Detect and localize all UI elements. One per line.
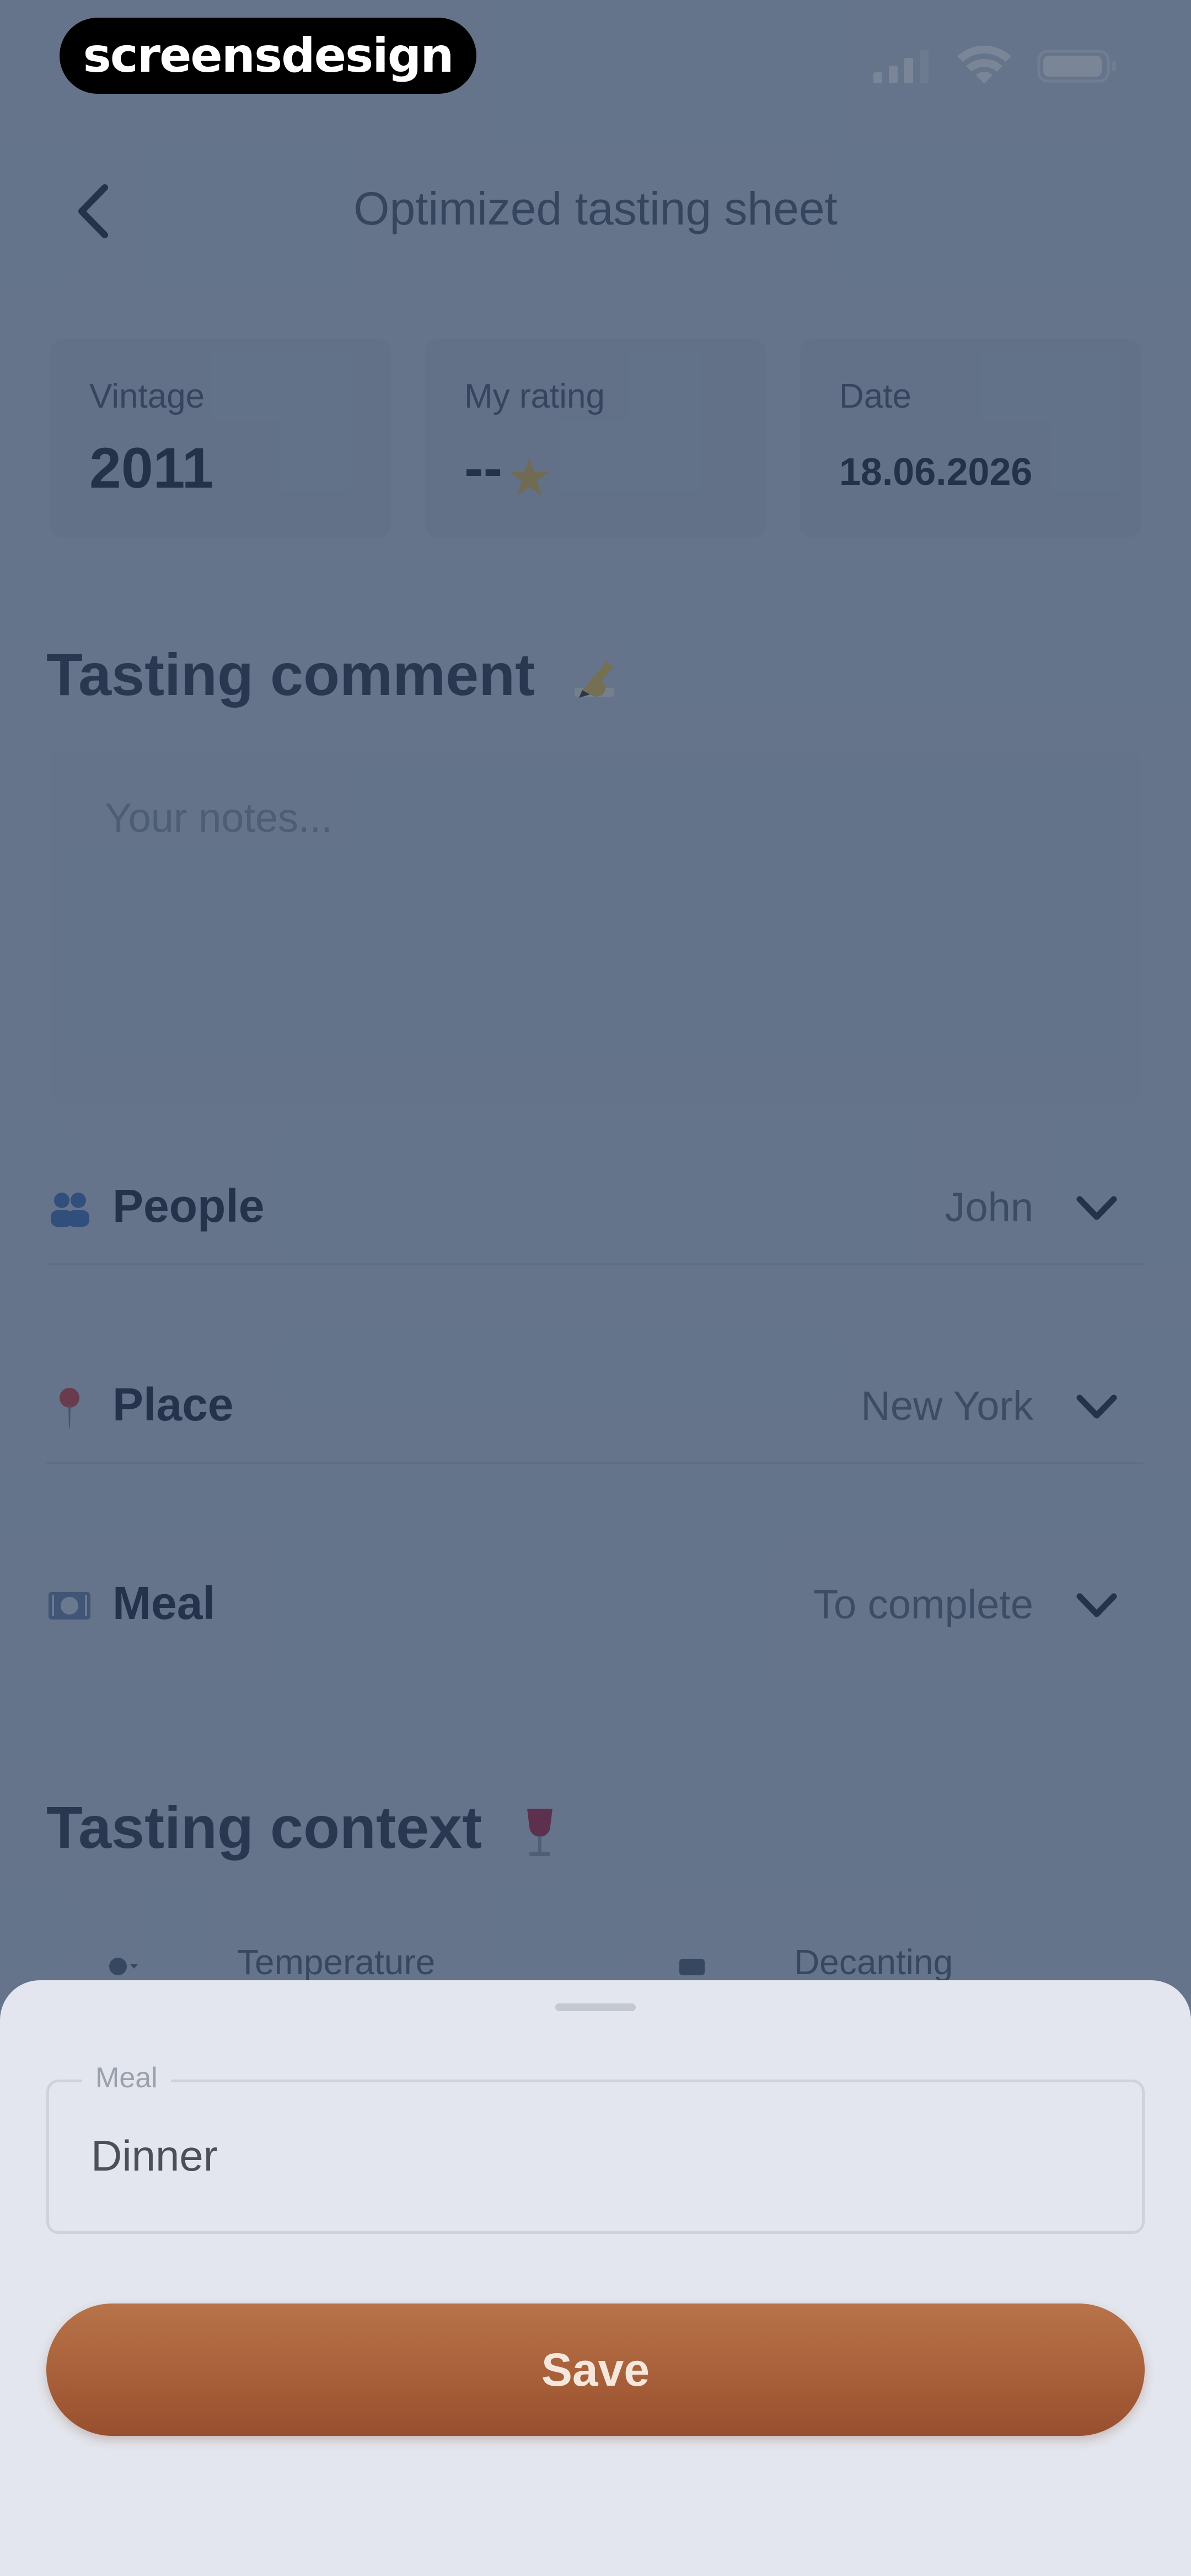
- sheet-grabber-handle[interactable]: [555, 2003, 636, 2011]
- place-label: Place: [112, 1378, 234, 1430]
- app-screen: Optimized tasting sheet Vintage 2011 My …: [0, 0, 1191, 2576]
- vintage-card[interactable]: Vintage 2011: [50, 339, 391, 538]
- people-label: People: [112, 1180, 265, 1232]
- date-value: 18.06.2026: [839, 450, 1033, 493]
- rating-value: --: [464, 436, 503, 500]
- status-icons: [871, 39, 1119, 94]
- meal-icon: [49, 1592, 90, 1620]
- wine-glass-icon: [527, 1809, 553, 1857]
- meal-row[interactable]: Meal To complete: [46, 1550, 1144, 1660]
- people-value: John: [945, 1184, 1033, 1230]
- save-button[interactable]: Save: [46, 2304, 1145, 2436]
- decanting-label: Decanting: [794, 1942, 953, 1982]
- wifi-icon: [957, 45, 1011, 84]
- pin-icon: [60, 1388, 79, 1428]
- tasting-comment-heading: Tasting comment: [46, 640, 623, 709]
- chevron-down-icon: [1076, 1593, 1117, 1617]
- meal-field-label: Meal: [82, 2061, 171, 2094]
- tasting-context-title: Tasting context: [46, 1794, 482, 1861]
- rating-card[interactable]: My rating --: [425, 339, 766, 538]
- tasting-context-heading: Tasting context: [46, 1793, 565, 1862]
- vintage-label: Vintage: [89, 377, 205, 415]
- vintage-value: 2011: [89, 436, 214, 500]
- date-label: Date: [839, 377, 911, 415]
- rating-label: My rating: [464, 377, 605, 415]
- people-row[interactable]: People John: [46, 1153, 1144, 1265]
- writing-hand-icon: [575, 661, 615, 698]
- place-row[interactable]: Place New York: [46, 1351, 1144, 1464]
- place-value: New York: [861, 1383, 1033, 1429]
- meal-field-value[interactable]: Dinner: [91, 2131, 218, 2181]
- battery-icon: [1037, 50, 1116, 83]
- header: Optimized tasting sheet: [0, 165, 1191, 254]
- screensdesign-watermark-logo: screensdesign: [60, 18, 476, 94]
- chevron-down-icon: [1076, 1394, 1117, 1419]
- decanting-icon: [679, 1959, 705, 1975]
- people-icon: [51, 1193, 89, 1227]
- notes-textarea[interactable]: Your notes...: [50, 750, 1141, 1103]
- meal-input-field[interactable]: Meal Dinner: [46, 2061, 1145, 2234]
- date-card[interactable]: Date 18.06.2026: [800, 339, 1141, 538]
- tasting-comment-title: Tasting comment: [46, 641, 535, 708]
- meal-label: Meal: [112, 1577, 216, 1629]
- cellular-signal-icon: [873, 50, 929, 83]
- chevron-down-icon: [1076, 1196, 1117, 1220]
- summary-cards: Vintage 2011 My rating -- Date 18.06.202…: [50, 339, 1141, 538]
- star-icon: [510, 458, 549, 495]
- thermometer-icon: [109, 1958, 138, 1975]
- page-title: Optimized tasting sheet: [353, 183, 838, 234]
- meal-bottom-sheet: Meal Dinner Save: [0, 1980, 1191, 2576]
- notes-placeholder: Your notes...: [105, 795, 332, 841]
- temperature-label: Temperature: [237, 1942, 436, 1982]
- meal-value: To complete: [813, 1581, 1033, 1627]
